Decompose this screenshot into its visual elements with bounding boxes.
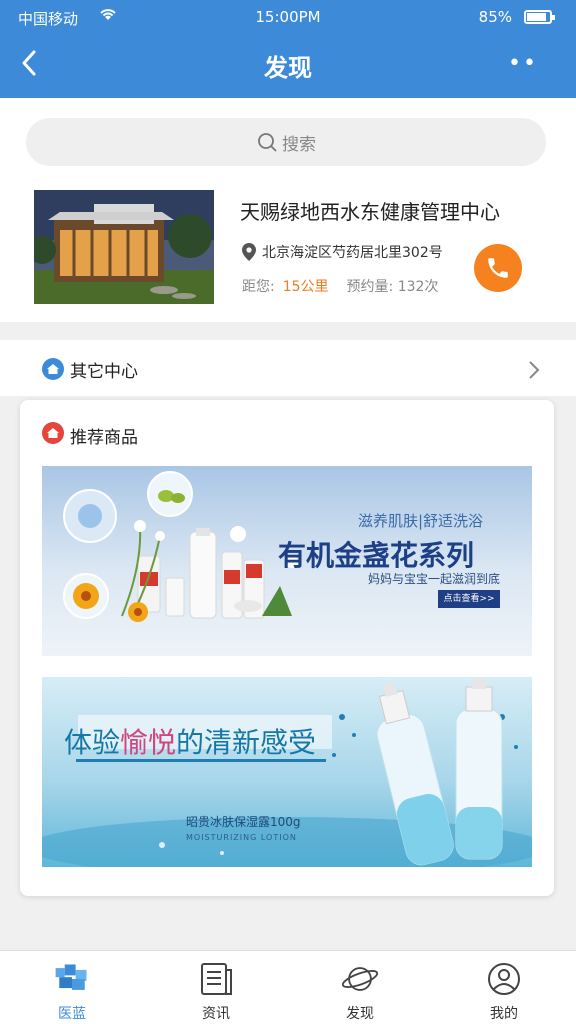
more-button[interactable]: ••: [508, 53, 538, 75]
search-input[interactable]: 搜索: [26, 118, 546, 166]
battery-fill: [527, 13, 546, 21]
logo-icon: [52, 959, 92, 999]
tab-yilan-label: 医蓝: [58, 1006, 86, 1022]
banner-lotion[interactable]: 体验愉悦的清新感受 昭贵冰肤保湿露100g MOISTURIZING LOTIO…: [42, 677, 532, 867]
tab-mine[interactable]: 我的: [432, 951, 576, 1024]
distance-label: 距您:: [242, 279, 275, 295]
banner2-title-c: 的清新感受: [176, 726, 317, 759]
booking-value: 132次: [397, 279, 439, 295]
battery-percent: 85%: [478, 8, 512, 26]
shop-photo[interactable]: [34, 190, 214, 304]
distance-value: 15公里: [282, 279, 329, 295]
tab-discover[interactable]: 发现: [288, 951, 432, 1024]
shop-address-text: 北京海淀区芍药居北里302号: [262, 245, 443, 261]
shop-address: 北京海淀区芍药居北里302号: [242, 242, 443, 262]
shop-name[interactable]: 天赐绿地西水东健康管理中心: [240, 196, 500, 225]
tab-bar: 医蓝 资讯 发现 我的: [0, 950, 576, 1024]
booking-label: 预约量:: [346, 279, 394, 295]
user-icon: [484, 959, 524, 999]
battery-icon: [524, 10, 555, 24]
tab-news-label: 资讯: [202, 1006, 230, 1022]
banner1-title: 有机金盏花系列: [278, 539, 475, 572]
banner1-desc: 妈妈与宝宝一起滋润到底: [368, 572, 501, 586]
banner2-product: 昭贵冰肤保湿露100g: [186, 815, 301, 829]
recommended-card: 推荐商品 滋养肌肤|舒适洗浴 有机金盏花系列 妈妈与宝宝一起滋润到底 点击查看>…: [20, 400, 554, 896]
banner2-product-en: MOISTURIZING LOTION: [186, 833, 297, 842]
other-centers-label: 其它中心: [70, 362, 138, 382]
banner-calendula[interactable]: 滋养肌肤|舒适洗浴 有机金盏花系列 妈妈与宝宝一起滋润到底 点击查看>>: [42, 466, 532, 656]
search-placeholder: 搜索: [282, 134, 316, 155]
shop-meta: 距您: 15公里 预约量: 132次: [242, 276, 438, 296]
search-icon: [258, 133, 277, 152]
status-bar: 中国移动 15:00PM 85%: [0, 0, 576, 34]
banner1-view-button[interactable]: 点击查看>>: [438, 590, 500, 608]
tab-mine-label: 我的: [490, 1006, 518, 1022]
phone-icon: [488, 258, 508, 278]
tab-yilan[interactable]: 医蓝: [0, 951, 144, 1024]
tab-discover-label: 发现: [346, 1006, 374, 1022]
banner2-title: 体验愉悦的清新感受: [64, 721, 316, 761]
call-button[interactable]: [474, 244, 522, 292]
recommend-home-icon: [42, 422, 64, 448]
banner2-title-b: 愉悦: [120, 726, 177, 759]
home-icon: [42, 358, 64, 384]
tab-news[interactable]: 资讯: [144, 951, 288, 1024]
planet-icon: [340, 959, 380, 999]
chevron-right-icon: [528, 360, 540, 384]
page-title: 发现: [264, 54, 312, 82]
shop-panel: 搜索 天赐绿地西水东健康管理中心 北京海淀区芍药居北里302号 距您: 15公里 预…: [0, 98, 576, 322]
app-header: 中国移动 15:00PM 85% 发现 ••: [0, 0, 576, 98]
recommended-label: 推荐商品: [70, 428, 138, 448]
location-pin-icon: [242, 243, 256, 261]
banner2-title-a: 体验: [64, 726, 121, 759]
news-icon: [196, 959, 236, 999]
other-centers-row[interactable]: 其它中心: [0, 340, 576, 396]
banner2-underline: [76, 759, 326, 762]
banner1-subtitle: 滋养肌肤|舒适洗浴: [358, 512, 484, 530]
